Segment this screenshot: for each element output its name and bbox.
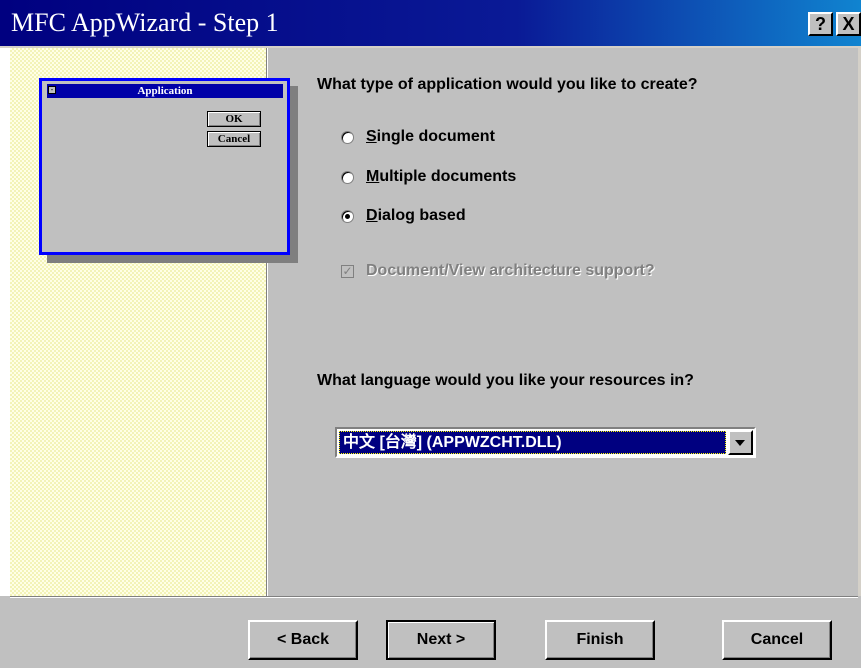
radio-button-icon[interactable] [341, 170, 354, 184]
checkbox-icon: ✓ [341, 263, 354, 278]
preview-ok-button: OK [207, 111, 261, 127]
radio-label[interactable]: Multiple documents [366, 168, 516, 186]
radio-label[interactable]: Dialog based [366, 207, 466, 225]
docview-checkbox-label: Document/View architecture support? [366, 262, 655, 279]
window-title: MFC AppWizard - Step 1 [11, 8, 279, 37]
application-preview: Application - OK Cancel [39, 78, 290, 255]
chevron-down-icon[interactable] [728, 430, 753, 455]
preview-title: Application [47, 84, 283, 98]
radio-single-document[interactable]: Single document [341, 126, 495, 148]
radio-button-icon[interactable] [341, 130, 354, 144]
close-icon[interactable]: X [836, 12, 861, 36]
back-button[interactable]: < Back [248, 620, 358, 660]
radio-dialog-based[interactable]: Dialog based [341, 205, 466, 227]
next-button[interactable]: Next > [386, 620, 496, 660]
footer-divider-highlight [10, 597, 858, 598]
system-menu-icon: - [48, 86, 56, 94]
language-select-value[interactable]: 中文 [台灣] (APPWZCHT.DLL) [339, 431, 726, 454]
language-select[interactable]: 中文 [台灣] (APPWZCHT.DLL) [335, 427, 756, 458]
app-type-question: What type of application would you like … [317, 76, 698, 93]
radio-button-icon[interactable] [341, 209, 354, 223]
left-edge [0, 48, 10, 596]
finish-button[interactable]: Finish [545, 620, 655, 660]
language-question: What language would you like your resour… [317, 372, 694, 389]
radio-label[interactable]: Single document [366, 128, 495, 146]
preview-cancel-button: Cancel [207, 131, 261, 147]
title-bar: MFC AppWizard - Step 1 ? X [0, 0, 861, 48]
docview-checkbox-row: ✓ Document/View architecture support? [341, 260, 655, 282]
radio-multiple-documents[interactable]: Multiple documents [341, 166, 516, 188]
help-icon[interactable]: ? [808, 12, 833, 36]
cancel-button[interactable]: Cancel [722, 620, 832, 660]
